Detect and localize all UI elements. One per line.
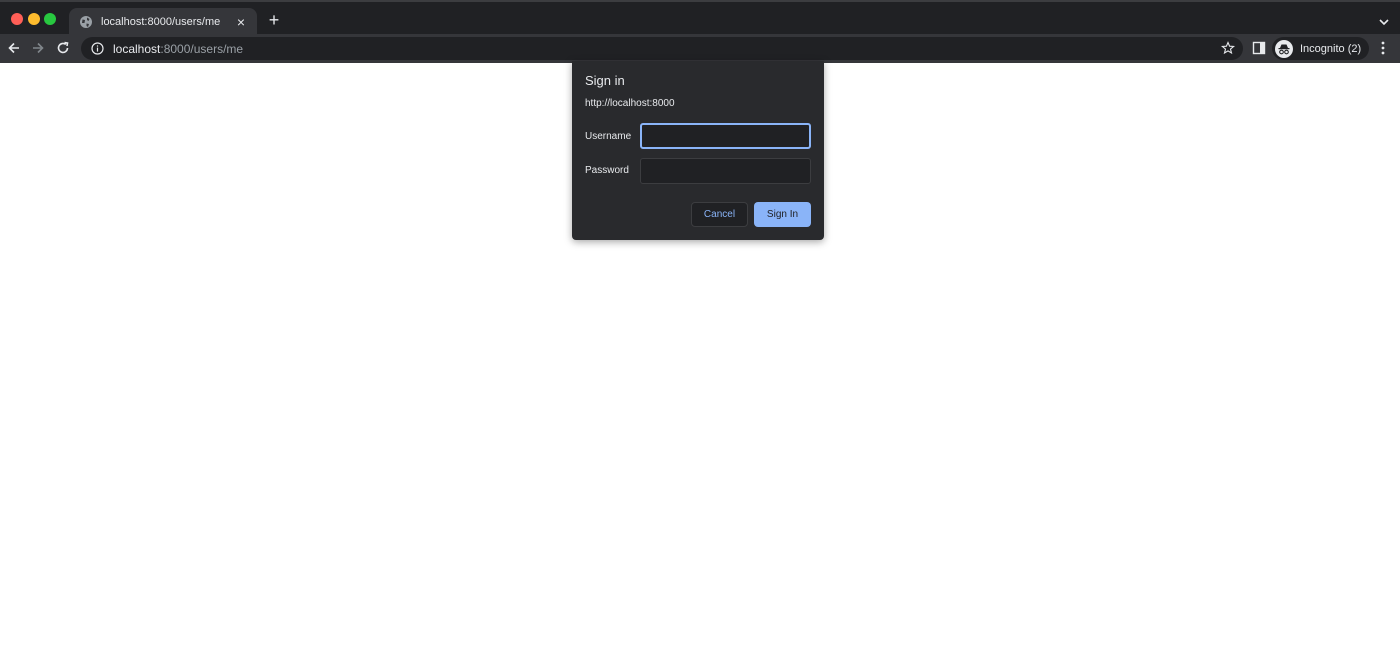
password-input[interactable] [640, 158, 811, 184]
incognito-icon [1275, 39, 1293, 58]
username-input[interactable] [640, 123, 811, 149]
tab-title: localhost:8000/users/me [101, 16, 221, 28]
browser-chrome: localhost:8000/users/me × + localhost:80… [0, 0, 1400, 63]
toolbar: localhost:8000/users/me Incognito (2) [0, 34, 1400, 63]
forward-arrow-icon[interactable] [29, 39, 47, 57]
sign-in-button[interactable]: Sign In [754, 202, 811, 227]
close-icon[interactable]: × [233, 14, 249, 30]
kebab-menu-icon[interactable] [1378, 40, 1388, 56]
dialog-origin: http://localhost:8000 [585, 98, 675, 109]
password-label: Password [585, 165, 629, 176]
address-bar[interactable]: localhost:8000/users/me [81, 37, 1243, 60]
plus-icon[interactable]: + [265, 11, 283, 29]
minimize-window-button[interactable] [28, 13, 40, 25]
profile-button[interactable]: Incognito (2) [1272, 37, 1369, 60]
profile-label: Incognito (2) [1300, 42, 1362, 55]
sign-in-dialog: Sign in http://localhost:8000 Username P… [572, 61, 824, 240]
url-text: localhost:8000/users/me [113, 42, 243, 56]
cancel-button[interactable]: Cancel [691, 202, 748, 227]
username-label: Username [585, 131, 632, 142]
star-icon[interactable] [1221, 41, 1235, 55]
chevron-down-icon[interactable] [1378, 14, 1390, 26]
side-panel-icon[interactable] [1252, 41, 1266, 55]
maximize-window-button[interactable] [44, 13, 56, 25]
info-icon[interactable] [91, 42, 104, 55]
dialog-title: Sign in [585, 73, 625, 88]
globe-icon [79, 15, 93, 29]
back-arrow-icon[interactable] [5, 39, 23, 57]
active-tab[interactable]: localhost:8000/users/me × [69, 8, 257, 36]
close-window-button[interactable] [11, 13, 23, 25]
tab-strip: localhost:8000/users/me × + [0, 2, 1400, 36]
url-path: :8000/users/me [160, 41, 244, 56]
url-host: localhost [113, 41, 161, 56]
reload-icon[interactable] [54, 39, 72, 57]
